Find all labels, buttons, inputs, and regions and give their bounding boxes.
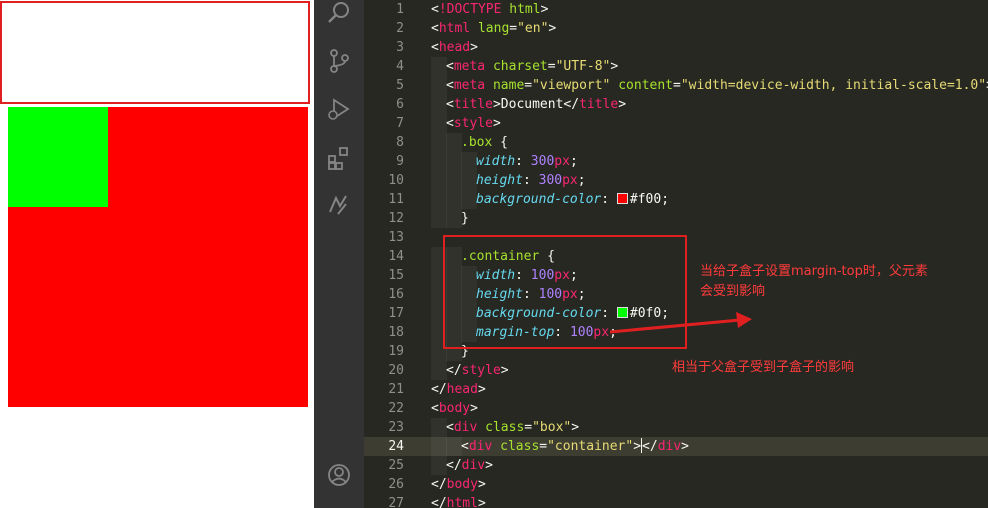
container-element xyxy=(8,107,108,207)
code-text: <meta name="viewport" content="width=dev… xyxy=(446,78,988,93)
code-line[interactable]: 27 </html> xyxy=(364,494,988,508)
extensions-icon[interactable] xyxy=(326,145,352,171)
code-line[interactable]: 24 <div class="container"></div> xyxy=(364,437,988,456)
line-number: 22 xyxy=(388,401,404,416)
line-number: 2 xyxy=(396,21,404,36)
code-line[interactable]: 4 <meta charset="UTF-8"> xyxy=(364,57,988,76)
line-number: 5 xyxy=(396,78,404,93)
activity-bar xyxy=(314,0,364,508)
empty-outlined-box xyxy=(0,1,310,104)
code-text: background-color: #f00; xyxy=(476,192,670,207)
search-icon[interactable] xyxy=(326,0,352,26)
line-number: 11 xyxy=(388,192,404,207)
line-number: 6 xyxy=(396,97,404,112)
line-number: 17 xyxy=(388,306,404,321)
line-number: 24 xyxy=(388,439,404,454)
code-text: <div class="container"></div> xyxy=(461,438,689,454)
browser-preview xyxy=(0,0,314,508)
code-text: <body> xyxy=(431,401,478,416)
code-text: <html lang="en"> xyxy=(431,21,557,36)
line-number: 9 xyxy=(396,154,404,169)
code-text: </style> xyxy=(446,363,509,378)
code-line[interactable]: 7 <style> xyxy=(364,114,988,133)
line-number: 8 xyxy=(396,135,404,150)
line-number: 21 xyxy=(388,382,404,397)
code-line[interactable]: 6 <title>Document</title> xyxy=(364,95,988,114)
code-text: </head> xyxy=(431,382,486,397)
line-number: 25 xyxy=(388,458,404,473)
code-line[interactable]: 10 height: 300px; xyxy=(364,171,988,190)
code-line[interactable]: 1 <!DOCTYPE html> xyxy=(364,0,988,19)
code-line[interactable]: 23 <div class="box"> xyxy=(364,418,988,437)
annotation-note-1: 当给子盒子设置margin-top时，父元素会受到影响 xyxy=(700,264,928,299)
code-text: <head> xyxy=(431,40,478,55)
line-number: 18 xyxy=(388,325,404,340)
box-element xyxy=(8,107,308,407)
line-number: 13 xyxy=(388,230,404,245)
code-text: <div class="box"> xyxy=(446,420,580,435)
code-line[interactable]: 3 <head> xyxy=(364,38,988,57)
line-number: 15 xyxy=(388,268,404,283)
line-number: 20 xyxy=(388,363,404,378)
line-number: 7 xyxy=(396,116,404,131)
code-text: .box { xyxy=(461,135,508,150)
run-debug-icon[interactable] xyxy=(326,96,352,122)
code-text: width: 300px; xyxy=(476,154,578,169)
line-number: 16 xyxy=(388,287,404,302)
code-line[interactable]: 26 </body> xyxy=(364,475,988,494)
code-text: <style> xyxy=(446,116,501,131)
line-number: 27 xyxy=(388,496,404,508)
code-text: height: 300px; xyxy=(476,173,586,188)
code-line[interactable]: 9 width: 300px; xyxy=(364,152,988,171)
code-text: </div> xyxy=(446,458,493,473)
code-line[interactable]: 22 <body> xyxy=(364,399,988,418)
code-line[interactable]: 8 .box { xyxy=(364,133,988,152)
line-number: 4 xyxy=(396,59,404,74)
line-number: 19 xyxy=(388,344,404,359)
line-number: 23 xyxy=(388,420,404,435)
code-line[interactable]: 5 <meta name="viewport" content="width=de… xyxy=(364,76,988,95)
red-arrow xyxy=(609,312,752,334)
code-line[interactable]: 12} xyxy=(364,209,988,228)
remote-explorer-icon[interactable] xyxy=(326,192,352,218)
code-text: <title>Document</title> xyxy=(446,97,627,112)
code-line[interactable]: 11 background-color: #f00; xyxy=(364,190,988,209)
line-number: 26 xyxy=(388,477,404,492)
code-line[interactable]: 21 </head> xyxy=(364,380,988,399)
line-number: 12 xyxy=(388,211,404,226)
code-text: <!DOCTYPE html> xyxy=(431,2,549,17)
annotation-note-2: 相当于父盒子受到子盒子的影响 xyxy=(672,360,855,375)
line-number: 10 xyxy=(388,173,404,188)
account-icon[interactable] xyxy=(326,462,352,488)
line-number: 1 xyxy=(396,2,404,17)
code-text: </html> xyxy=(431,496,486,508)
source-control-icon[interactable] xyxy=(326,48,352,74)
code-line[interactable]: 2 <html lang="en"> xyxy=(364,19,988,38)
code-text: <meta charset="UTF-8"> xyxy=(446,59,619,74)
code-text: } xyxy=(461,211,469,226)
code-text: </body> xyxy=(431,477,486,492)
code-line[interactable]: 25 </div> xyxy=(364,456,988,475)
line-number: 3 xyxy=(396,40,404,55)
line-number: 14 xyxy=(388,249,404,264)
